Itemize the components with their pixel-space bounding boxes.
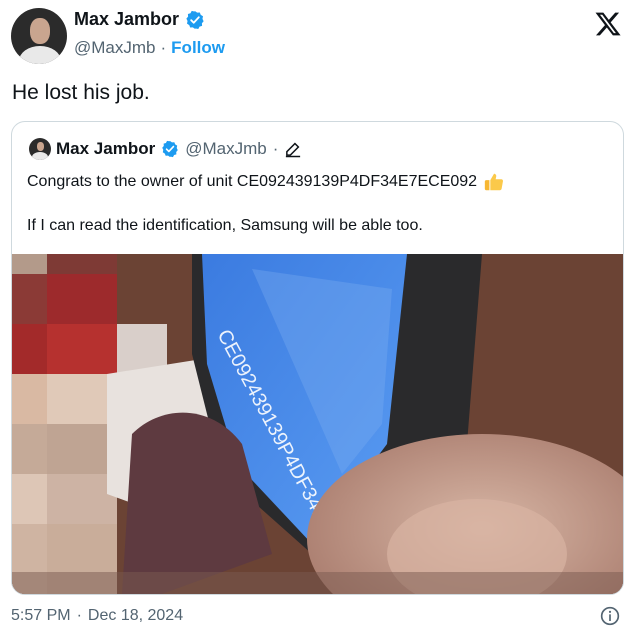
pencil-edit-icon — [286, 142, 301, 158]
author-handle-line: @MaxJmb · Follow — [74, 38, 225, 58]
author-name-line: Max Jambor — [74, 9, 205, 30]
tweet-date: Dec 18, 2024 — [87, 607, 184, 624]
quoted-tweet-card[interactable]: Max Jambor @MaxJmb · Congrats to the own… — [11, 121, 624, 595]
separator-dot: · — [160, 38, 167, 57]
tweet-timestamp[interactable]: 5:57 PM · Dec 18, 2024 — [11, 607, 183, 625]
quoted-line1-text: Congrats to the owner of unit CE09243913… — [27, 173, 478, 190]
separator-dot: · — [76, 607, 82, 624]
follow-button[interactable]: Follow — [171, 38, 225, 58]
author-name[interactable]: Max Jambor — [74, 9, 179, 30]
quoted-media-photo[interactable]: CE092439139P4DF34E7ECE — [12, 254, 623, 594]
tweet-text: He lost his job. — [12, 81, 150, 104]
quoted-author-avatar[interactable] — [29, 138, 51, 160]
verified-badge-icon — [162, 140, 178, 158]
x-logo-icon[interactable] — [594, 10, 622, 38]
author-avatar[interactable] — [11, 8, 67, 64]
thumbs-up-emoji — [484, 173, 504, 191]
quoted-author-handle[interactable]: @MaxJmb — [185, 139, 267, 159]
info-icon[interactable] — [600, 606, 620, 626]
quoted-text-line1: Congrats to the owner of unit CE09243913… — [27, 171, 505, 193]
author-handle[interactable]: @MaxJmb — [74, 38, 156, 58]
separator-dot: · — [272, 139, 279, 158]
verified-badge-icon — [186, 10, 204, 29]
tweet-time: 5:57 PM — [11, 607, 71, 624]
quoted-text-line2: If I can read the identification, Samsun… — [27, 217, 423, 234]
quoted-author-name[interactable]: Max Jambor — [56, 139, 155, 159]
quoted-header: Max Jambor @MaxJmb · — [56, 139, 302, 159]
